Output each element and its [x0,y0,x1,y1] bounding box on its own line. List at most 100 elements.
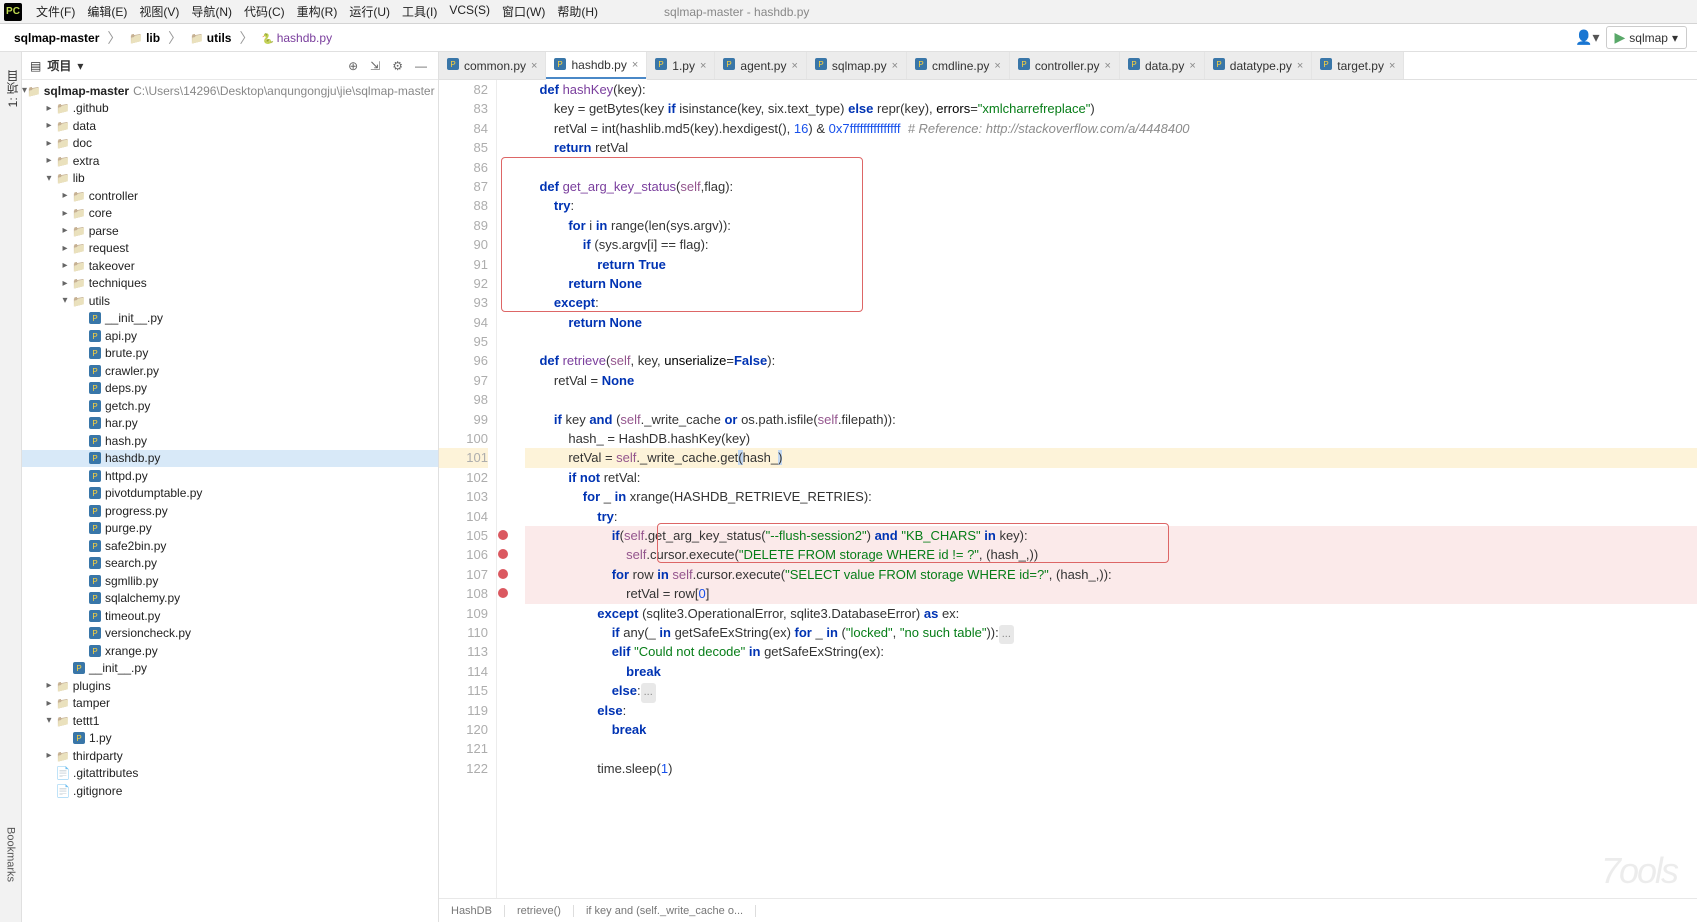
code-pane[interactable]: def hashKey(key): key = getBytes(key if … [497,80,1697,898]
svg-text:P: P [92,559,97,568]
code-editor[interactable]: 8283848586878889909192939495969798991001… [439,80,1697,898]
editor-tab[interactable]: Phashdb.py× [546,52,647,80]
tree-file[interactable]: Pgetch.py [22,397,438,415]
python-icon: ▶ [1615,29,1626,46]
tree-file[interactable]: Psgmllib.py [22,572,438,590]
editor-tab[interactable]: Pcommon.py× [439,52,546,79]
menu-item[interactable]: VCS(S) [443,1,496,22]
tree-file[interactable]: P__init__.py [22,660,438,678]
editor-tab[interactable]: Psqlmap.py× [807,52,907,79]
tree-folder[interactable]: ▾tettt1 [22,712,438,730]
tree-file[interactable]: Ptimeout.py [22,607,438,625]
tree-file[interactable]: Psearch.py [22,555,438,573]
tree-folder[interactable]: ▸request [22,240,438,258]
menu-item[interactable]: 工具(I) [396,1,443,22]
svg-text:P: P [92,402,97,411]
menu-item[interactable]: 视图(V) [133,1,185,22]
close-icon[interactable]: × [994,60,1000,72]
tree-file[interactable]: Papi.py [22,327,438,345]
tree-folder[interactable]: ▸tamper [22,695,438,713]
close-icon[interactable]: × [892,60,898,72]
breadcrumb-item[interactable]: 🐍 hashdb.py [257,30,336,46]
tree-folder[interactable]: ▸thirdparty [22,747,438,765]
tree-folder[interactable]: ▸doc [22,135,438,153]
breadcrumb-item[interactable]: sqlmap-master [10,30,103,46]
menu-item[interactable]: 运行(U) [343,1,396,22]
structure-crumb[interactable]: if key and (self._write_cache o... [586,905,756,917]
editor-tab[interactable]: Pcmdline.py× [907,52,1010,79]
run-config-selector[interactable]: ▶ sqlmap ▾ [1606,26,1688,49]
close-icon[interactable]: × [700,60,706,72]
tree-file[interactable]: Phashdb.py [22,450,438,468]
close-icon[interactable]: × [531,60,537,72]
structure-crumb[interactable]: HashDB [451,905,505,917]
tree-folder[interactable]: ▸takeover [22,257,438,275]
gutter[interactable]: 8283848586878889909192939495969798991001… [439,80,497,898]
tree-folder[interactable]: ▸controller [22,187,438,205]
editor-tab[interactable]: Pdata.py× [1120,52,1205,79]
breadcrumb-item[interactable]: lib [125,30,164,46]
tree-file[interactable]: Pxrange.py [22,642,438,660]
structure-crumbs[interactable]: HashDB retrieve() if key and (self._write_… [439,898,1697,922]
breadcrumb-item[interactable]: utils [186,30,235,46]
tree-folder[interactable]: ▸data [22,117,438,135]
hide-icon[interactable]: — [412,59,430,73]
tree-file[interactable]: P__init__.py [22,310,438,328]
chevron-down-icon[interactable]: ▾ [77,59,83,73]
tree-file[interactable]: Pversioncheck.py [22,625,438,643]
project-tree[interactable]: ▾ sqlmap-master C:\Users\14296\Desktop\a… [22,80,438,922]
close-icon[interactable]: × [1389,60,1395,72]
svg-text:P: P [92,314,97,323]
editor-tab[interactable]: Pagent.py× [715,52,806,79]
close-icon[interactable]: × [1189,60,1195,72]
tree-file[interactable]: Ppivotdumptable.py [22,485,438,503]
select-opened-file-icon[interactable]: ⊕ [345,59,361,73]
tree-file[interactable]: Phar.py [22,415,438,433]
tree-folder[interactable]: ▸parse [22,222,438,240]
menu-item[interactable]: 导航(N) [185,1,238,22]
tree-file[interactable]: Pbrute.py [22,345,438,363]
tree-folder[interactable]: ▸extra [22,152,438,170]
tree-folder[interactable]: ▸core [22,205,438,223]
tree-file[interactable]: Phttpd.py [22,467,438,485]
close-icon[interactable]: × [632,59,638,71]
tree-file[interactable]: 📄.gitattributes [22,765,438,783]
editor-tab[interactable]: Pcontroller.py× [1010,52,1120,79]
tree-file[interactable]: Ppurge.py [22,520,438,538]
tree-file[interactable]: Psafe2bin.py [22,537,438,555]
close-icon[interactable]: × [1297,60,1303,72]
svg-text:P: P [450,60,455,69]
run-config-name: sqlmap [1629,31,1668,45]
user-icon[interactable]: 👤▾ [1575,29,1599,46]
tree-folder[interactable]: ▾utils [22,292,438,310]
tree-file[interactable]: Pcrawler.py [22,362,438,380]
close-icon[interactable]: × [1105,60,1111,72]
tree-folder[interactable]: ▸techniques [22,275,438,293]
editor-tab[interactable]: Pdatatype.py× [1205,52,1312,79]
menu-item[interactable]: 窗口(W) [496,1,551,22]
gear-icon[interactable]: ⚙ [389,59,406,73]
editor-tab[interactable]: Ptarget.py× [1312,52,1404,79]
tree-file[interactable]: Phash.py [22,432,438,450]
tree-root[interactable]: ▾ sqlmap-master C:\Users\14296\Desktop\a… [22,82,438,100]
tree-folder[interactable]: ▾lib [22,170,438,188]
menu-item[interactable]: 编辑(E) [81,1,133,22]
expand-all-icon[interactable]: ⇲ [367,59,383,73]
tree-file[interactable]: 📄.gitignore [22,782,438,800]
menu-item[interactable]: 重构(R) [291,1,344,22]
structure-crumb[interactable]: retrieve() [517,905,574,917]
menu-item[interactable]: 代码(C) [238,1,291,22]
bookmarks-tool-tab[interactable]: Bookmarks [5,827,17,882]
close-icon[interactable]: × [791,60,797,72]
menu-item[interactable]: 文件(F) [30,1,81,22]
tree-file[interactable]: Pdeps.py [22,380,438,398]
tree-file[interactable]: Pprogress.py [22,502,438,520]
tree-folder[interactable]: ▸.github [22,100,438,118]
tree-file[interactable]: Psqlalchemy.py [22,590,438,608]
tree-folder[interactable]: ▸plugins [22,677,438,695]
menu-item[interactable]: 帮助(H) [551,1,604,22]
project-tool-tab[interactable]: 1: 项目 [0,70,21,107]
svg-text:P: P [92,384,97,393]
editor-tab[interactable]: P1.py× [647,52,715,79]
tree-file[interactable]: P1.py [22,730,438,748]
